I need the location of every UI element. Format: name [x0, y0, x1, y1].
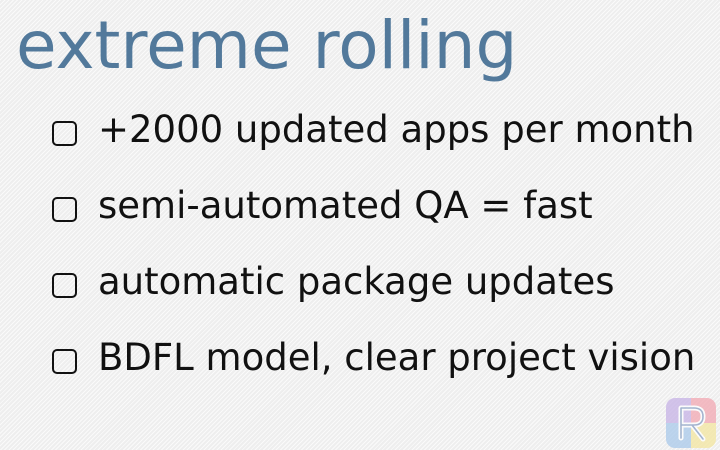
slide-title: extreme rolling: [16, 7, 518, 84]
checkbox-icon: [52, 348, 77, 374]
checkbox-icon: [52, 272, 77, 298]
bullet-text: +2000 updated apps per month: [98, 108, 695, 151]
list-item: +2000 updated apps per month: [52, 108, 695, 152]
bullet-text: automatic package updates: [98, 260, 615, 303]
list-item: BDFL model, clear project vision: [52, 336, 695, 380]
bullet-text: BDFL model, clear project vision: [98, 336, 696, 379]
checkbox-icon: [52, 196, 77, 222]
r-logo-icon: [666, 398, 716, 448]
list-item: semi-automated QA = fast: [52, 184, 695, 228]
list-item: automatic package updates: [52, 260, 695, 304]
bullet-text: semi-automated QA = fast: [98, 184, 593, 227]
bullet-list: +2000 updated apps per month semi-automa…: [52, 108, 695, 380]
checkbox-icon: [52, 120, 77, 146]
